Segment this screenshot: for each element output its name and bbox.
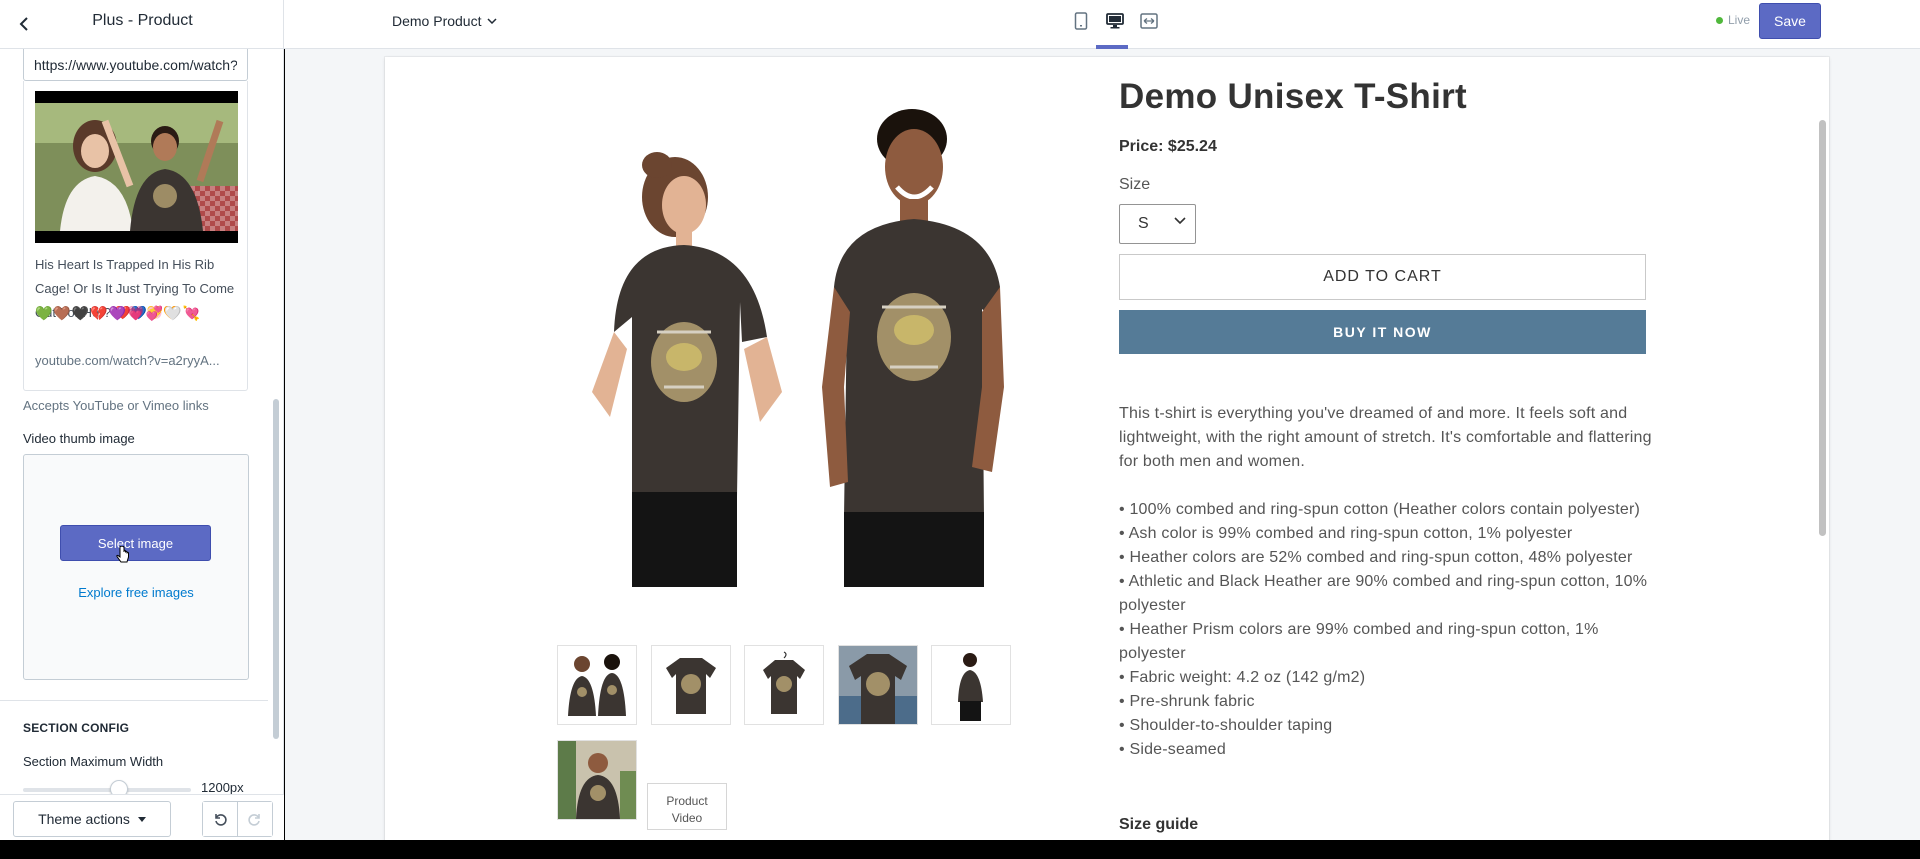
thumb-image-label: Video thumb image	[23, 431, 135, 446]
video-emojis: 💚🤎🖤💔💜💗💞🤍💘	[35, 305, 201, 321]
description-bullet: • 100% combed and ring-spun cotton (Heat…	[1119, 501, 1641, 518]
save-button[interactable]: Save	[1759, 3, 1821, 39]
sidebar-scrollbar[interactable]	[273, 399, 279, 739]
sidebar-footer: Theme actions	[0, 794, 284, 840]
product-thumbnail[interactable]	[838, 645, 918, 725]
description-bullet: • Heather Prism colors are 99% combed an…	[1119, 621, 1599, 662]
size-select[interactable]: S	[1119, 204, 1196, 244]
description-intro: This t-shirt is everything you've dreame…	[1119, 405, 1652, 470]
sidebar-header: Plus - Product	[0, 0, 284, 49]
description-bullet: • Side-seamed	[1119, 741, 1226, 758]
theme-actions-label: Theme actions	[38, 811, 130, 827]
back-arrow-icon[interactable]	[12, 12, 36, 36]
description-bullet: • Shoulder-to-shoulder taping	[1119, 717, 1333, 734]
max-width-label: Section Maximum Width	[23, 754, 164, 769]
size-label: Size	[1119, 176, 1151, 193]
chevron-down-icon	[1174, 217, 1186, 225]
sidebar-scroll-area[interactable]: His Heart Is Trapped In His Rib Cage! Or…	[0, 49, 270, 794]
description-bullet: • Heather colors are 52% combed and ring…	[1119, 549, 1633, 566]
preview-scrollbar[interactable]	[1819, 120, 1826, 536]
product-main-image[interactable]	[572, 87, 1066, 587]
product-video-button[interactable]: Product Video	[647, 783, 727, 830]
pointer-cursor-icon	[116, 546, 129, 563]
fullscreen-view-icon[interactable]	[1136, 8, 1162, 34]
size-guide-heading: Size guide	[1119, 816, 1199, 833]
desktop-view-icon[interactable]	[1102, 8, 1128, 34]
chevron-down-icon	[487, 18, 498, 24]
description-bullets: • 100% combed and ring-spun cotton (Heat…	[1119, 498, 1659, 762]
product-thumbnail[interactable]	[651, 645, 731, 725]
view-toggles	[1068, 8, 1162, 34]
product-thumbnail[interactable]	[557, 740, 637, 820]
max-width-slider-track[interactable]	[23, 788, 191, 792]
live-status: Live	[1716, 13, 1750, 27]
screen-bottom-edge	[0, 840, 1920, 859]
live-dot-icon	[1716, 16, 1723, 24]
storefront-preview[interactable]: Product Video Demo Unisex T-Shirt Price:…	[385, 57, 1829, 845]
max-width-value: 1200px	[201, 780, 244, 794]
editor-topbar: Plus - Product Demo Product Live Save	[0, 0, 1920, 49]
video-preview-card: His Heart Is Trapped In His Rib Cage! Or…	[23, 81, 248, 391]
size-select-value: S	[1138, 215, 1149, 232]
product-description: This t-shirt is everything you've dreame…	[1119, 402, 1659, 762]
product-price: Price: $25.24	[1119, 138, 1217, 155]
product-title: Demo Unisex T-Shirt	[1119, 77, 1467, 116]
buy-it-now-button[interactable]: BUY IT NOW	[1119, 310, 1646, 354]
product-video-label-1: Product	[666, 793, 708, 808]
product-thumbnail[interactable]	[744, 645, 824, 725]
sidebar-divider	[0, 700, 268, 701]
description-bullet: • Athletic and Black Heather are 90% com…	[1119, 573, 1648, 614]
product-video-label-2: Video	[671, 810, 703, 825]
section-title: Plus - Product	[92, 12, 193, 29]
undo-icon[interactable]	[203, 802, 238, 836]
section-config-heading: SECTION CONFIG	[23, 721, 130, 735]
video-url-short: youtube.com/watch?v=a2ryyA...	[35, 353, 220, 368]
explore-free-images-link[interactable]: Explore free images	[24, 585, 248, 600]
page-selector-label: Demo Product	[392, 13, 482, 29]
product-thumbnail[interactable]	[931, 645, 1011, 725]
max-width-slider-handle[interactable]	[110, 780, 128, 794]
redo-icon[interactable]	[237, 802, 272, 836]
theme-actions-button[interactable]: Theme actions	[13, 801, 171, 837]
video-thumbnail	[35, 91, 238, 243]
preview-area: Product Video Demo Unisex T-Shirt Price:…	[285, 49, 1920, 845]
add-to-cart-button[interactable]: ADD TO CART	[1119, 254, 1646, 300]
description-bullet: • Pre-shrunk fabric	[1119, 693, 1255, 710]
image-picker: Select image Explore free images	[23, 454, 249, 680]
select-image-button[interactable]: Select image	[60, 525, 211, 561]
video-help-text: Accepts YouTube or Vimeo links	[23, 398, 209, 413]
video-url-input[interactable]	[23, 49, 248, 81]
description-bullet: • Fabric weight: 4.2 oz (142 g/m2)	[1119, 669, 1366, 686]
page-selector[interactable]: Demo Product	[392, 10, 498, 32]
description-bullet: • Ash color is 99% combed and ring-spun …	[1119, 525, 1573, 542]
mobile-view-icon[interactable]	[1068, 8, 1094, 34]
editor-sidebar: His Heart Is Trapped In His Rib Cage! Or…	[0, 49, 284, 840]
undo-redo-group	[202, 801, 273, 837]
product-thumbnail[interactable]	[557, 645, 637, 725]
caret-down-icon	[137, 816, 146, 822]
live-label: Live	[1728, 13, 1751, 27]
